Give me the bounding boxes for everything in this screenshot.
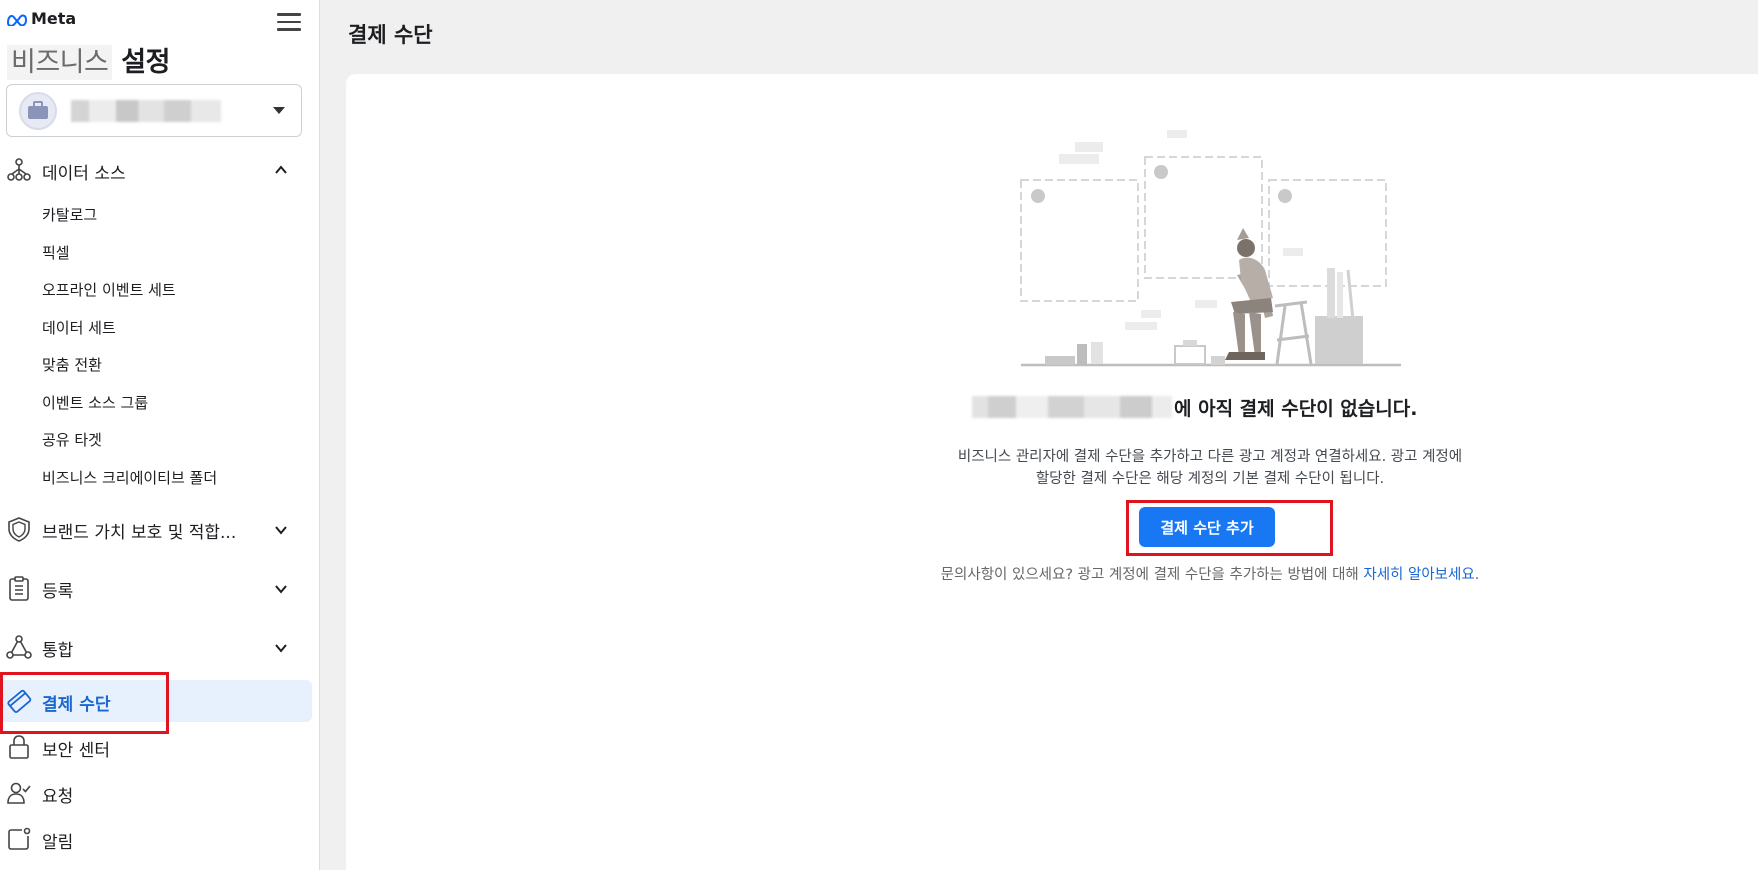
meta-logo-icon xyxy=(6,14,28,26)
chevron-down-icon xyxy=(275,585,287,594)
nav-group-label: 등록 xyxy=(42,582,74,602)
sidebar-title-suffix: 설정 xyxy=(121,47,170,78)
description-line: 비즈니스 관리자에 결제 수단을 추가하고 다른 광고 계정과 연결하세요. 광… xyxy=(957,449,1463,465)
notification-icon xyxy=(8,827,31,850)
chevron-down-icon xyxy=(275,644,287,653)
briefcase-icon xyxy=(28,100,48,119)
sidebar-item-creative-folders[interactable]: 비즈니스 크리에이티브 폴더 xyxy=(42,467,217,488)
meta-logo[interactable]: Meta xyxy=(6,9,76,28)
nav-group-data-sources[interactable]: 데이터 소스 xyxy=(0,155,320,185)
nav-group-integrations[interactable]: 통합 xyxy=(0,632,320,662)
nav-group-registration[interactable]: 등록 xyxy=(0,573,320,603)
empty-state-heading: 에 아직 결제 수단이 없습니다. xyxy=(972,393,1442,421)
meta-logo-text: Meta xyxy=(31,9,77,28)
sidebar-item-shared-audiences[interactable]: 공유 타겟 xyxy=(42,429,102,450)
empty-state-illustration xyxy=(1020,130,1401,367)
nav-group-label: 데이터 소스 xyxy=(42,164,126,184)
account-name-blurred xyxy=(71,99,221,122)
business-account-selector[interactable] xyxy=(6,84,302,137)
sidebar-item-event-source-groups[interactable]: 이벤트 소스 그룹 xyxy=(42,392,148,413)
lock-icon xyxy=(9,735,29,759)
highlight-box-sidebar xyxy=(0,672,169,734)
empty-state-heading-text: 에 아직 결제 수단이 없습니다. xyxy=(1174,397,1418,420)
empty-state-description: 비즈니스 관리자에 결제 수단을 추가하고 다른 광고 계정과 연결하세요. 광… xyxy=(900,446,1520,490)
nav-group-label: 통합 xyxy=(42,641,74,661)
account-avatar xyxy=(19,91,57,130)
sidebar-item-datasets[interactable]: 데이터 세트 xyxy=(42,317,116,338)
description-line: 할당한 결제 수단은 해당 계정의 기본 결제 수단이 됩니다. xyxy=(1035,471,1385,487)
learn-more-link[interactable]: 자세히 알아보세요 xyxy=(1363,567,1474,583)
sidebar-item-custom-conversions[interactable]: 맞춤 전환 xyxy=(42,354,102,375)
nav-group-label: 브랜드 가치 보호 및 적합... xyxy=(42,523,237,543)
person-check-icon xyxy=(7,782,31,804)
sidebar-item-label: 보안 센터 xyxy=(42,741,110,761)
hamburger-menu-icon[interactable] xyxy=(277,13,301,33)
highlight-box-button xyxy=(1126,500,1333,556)
business-name-blurred xyxy=(972,396,1172,418)
sidebar-item-catalog[interactable]: 카탈로그 xyxy=(42,204,97,225)
sidebar: Meta 비즈니스 설정 데이터 소스 카탈로그 픽셀 오프라인 이벤트 세트 … xyxy=(0,0,320,870)
shield-icon xyxy=(8,517,30,542)
sidebar-title: 비즈니스 설정 xyxy=(7,40,170,80)
help-text-body: 문의사항이 있으세요? 광고 계정에 결제 수단을 추가하는 방법에 대해 xyxy=(940,567,1359,583)
sidebar-item-requests[interactable]: 요청 xyxy=(0,772,312,814)
sidebar-item-pixel[interactable]: 픽셀 xyxy=(42,242,70,263)
sidebar-title-blurred: 비즈니스 xyxy=(7,45,113,80)
sidebar-item-label: 요청 xyxy=(42,787,74,807)
chevron-up-icon xyxy=(275,165,287,174)
sidebar-item-offline-event-sets[interactable]: 오프라인 이벤트 세트 xyxy=(42,279,176,300)
nav-group-brand-safety[interactable]: 브랜드 가치 보호 및 적합... xyxy=(0,514,320,544)
data-sources-icon xyxy=(7,158,31,181)
sidebar-item-label: 알림 xyxy=(42,833,74,853)
clipboard-icon xyxy=(9,576,29,601)
chevron-down-icon xyxy=(275,526,287,535)
integrations-icon xyxy=(6,635,32,659)
page-title: 결제 수단 xyxy=(348,23,433,47)
help-text-period: . xyxy=(1474,567,1480,583)
help-text: 문의사항이 있으세요? 광고 계정에 결제 수단을 추가하는 방법에 대해 자세… xyxy=(860,563,1560,584)
caret-down-icon xyxy=(273,107,285,114)
sidebar-item-notifications[interactable]: 알림 xyxy=(0,818,312,860)
